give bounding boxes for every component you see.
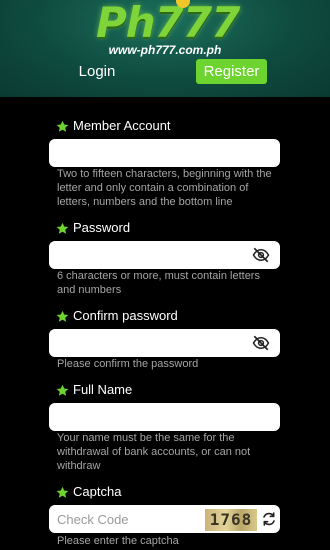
- captcha-field[interactable]: 1768: [49, 505, 280, 533]
- password-field[interactable]: [49, 241, 280, 269]
- logo: Ph777: [96, 0, 240, 47]
- confirm-password-label: Confirm password: [56, 307, 178, 325]
- confirm-password-label-text: Confirm password: [73, 308, 178, 323]
- header: Ph777 www-ph777.com.ph Login Register: [0, 0, 330, 97]
- member-account-label-text: Member Account: [73, 118, 171, 133]
- confirm-password-hint: Please confirm the password: [57, 358, 199, 370]
- site-url: www-ph777.com.ph: [108, 43, 222, 57]
- star-icon: [56, 120, 69, 132]
- refresh-icon[interactable]: [261, 511, 277, 527]
- confirm-password-field[interactable]: [49, 329, 280, 357]
- member-account-hint: Two to fifteen characters, beginning wit…: [57, 168, 272, 208]
- captcha-image[interactable]: 1768: [205, 509, 257, 531]
- eye-off-icon[interactable]: [252, 247, 270, 263]
- star-icon: [56, 384, 69, 396]
- full-name-input[interactable]: [57, 403, 247, 431]
- member-account-label: Member Account: [56, 117, 171, 135]
- star-icon: [56, 310, 69, 322]
- full-name-hint: Your name must be the same for the withd…: [57, 432, 251, 472]
- full-name-label: Full Name: [56, 381, 132, 399]
- password-label: Password: [56, 219, 130, 237]
- tab-login[interactable]: Login: [72, 60, 122, 84]
- captcha-input[interactable]: [57, 505, 202, 533]
- captcha-label: Captcha: [56, 483, 121, 501]
- eye-off-icon[interactable]: [252, 335, 270, 351]
- full-name-field[interactable]: [49, 403, 280, 431]
- captcha-hint: Please enter the captcha: [57, 535, 179, 547]
- password-label-text: Password: [73, 220, 131, 235]
- star-icon: [56, 486, 69, 498]
- full-name-label-text: Full Name: [73, 382, 133, 397]
- tab-register[interactable]: Register: [196, 59, 267, 84]
- member-account-input[interactable]: [57, 139, 247, 167]
- password-hint: 6 characters or more, must contain lette…: [57, 270, 260, 296]
- password-input[interactable]: [57, 241, 247, 269]
- confirm-password-input[interactable]: [57, 329, 247, 357]
- member-account-field[interactable]: [49, 139, 280, 167]
- star-icon: [56, 222, 69, 234]
- captcha-label-text: Captcha: [73, 484, 122, 499]
